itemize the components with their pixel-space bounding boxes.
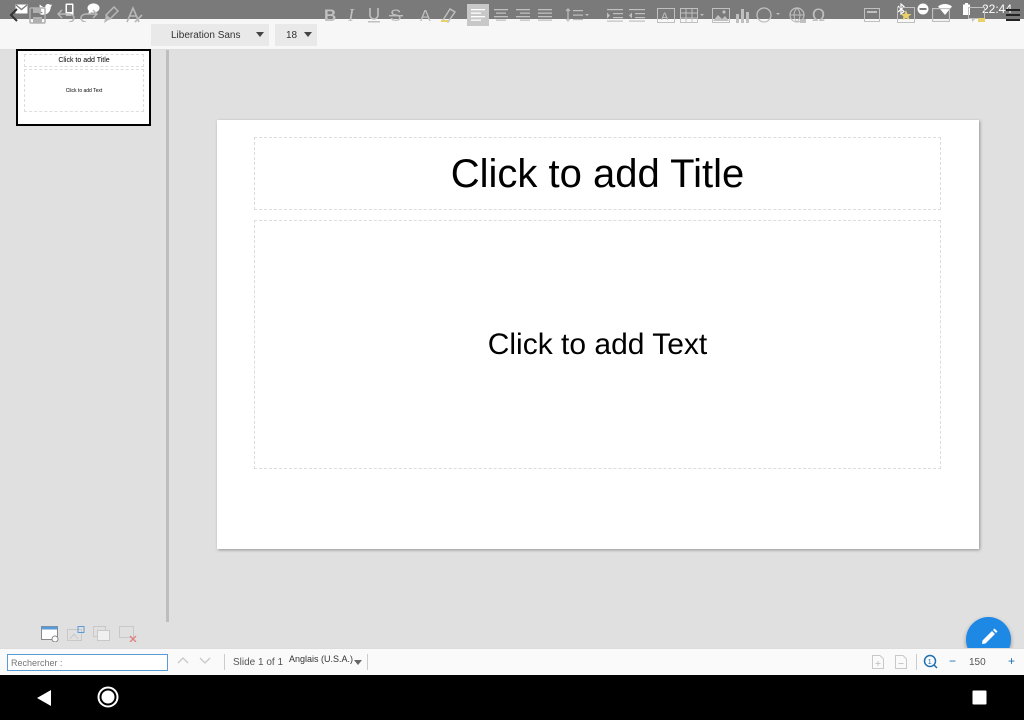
save-icon[interactable] <box>26 4 48 26</box>
image-icon[interactable] <box>710 4 732 26</box>
chevron-up-icon[interactable] <box>176 655 192 669</box>
system-navigation-bar <box>0 675 1024 720</box>
hamburger-menu-icon[interactable] <box>1002 4 1024 26</box>
svg-text:I: I <box>347 7 355 23</box>
svg-text:A: A <box>661 11 669 23</box>
align-right-icon[interactable] <box>512 4 534 26</box>
shapes-icon[interactable] <box>755 4 783 26</box>
increase-indent-icon[interactable] <box>604 4 626 26</box>
chevron-down-icon <box>304 32 312 37</box>
zoom-in-button[interactable]: + <box>1008 654 1015 668</box>
slide-canvas[interactable]: Click to add Title Click to add Text <box>217 120 979 549</box>
font-name-value: Liberation Sans <box>171 29 241 41</box>
language-selector[interactable]: Anglais (U.S.A.) <box>289 654 353 664</box>
thumbnail-title: Click to add Title <box>24 54 144 67</box>
new-slide-icon[interactable] <box>40 625 60 643</box>
highlight-icon[interactable] <box>438 4 460 26</box>
redo-icon[interactable] <box>78 4 100 26</box>
zoom-level[interactable]: 150 <box>969 657 986 668</box>
nav-recents-icon[interactable] <box>972 690 987 710</box>
document-status-bar: Slide 1 of 1 Anglais (U.S.A.) 1 − 150 + <box>0 648 1024 675</box>
clone-formatting-icon[interactable] <box>100 4 122 26</box>
clear-formatting-icon[interactable] <box>123 4 145 26</box>
line-spacing-icon[interactable] <box>564 4 592 26</box>
nav-home-icon[interactable] <box>97 686 119 713</box>
slide-thumbnail-1[interactable]: Click to add Title Click to add Text <box>16 49 151 126</box>
duplicate-slide-icon[interactable] <box>66 625 86 643</box>
back-arrow-icon[interactable] <box>3 4 25 26</box>
chart-icon[interactable] <box>732 4 754 26</box>
table-icon[interactable] <box>679 4 707 26</box>
search-input[interactable] <box>7 654 168 671</box>
svg-text:1: 1 <box>928 659 932 666</box>
text-box-icon[interactable]: A <box>655 4 677 26</box>
master-slide-icon[interactable] <box>930 4 952 26</box>
decrease-indent-icon[interactable] <box>626 4 648 26</box>
copy-slide-icon[interactable] <box>92 625 112 643</box>
divider <box>367 654 368 670</box>
undo-icon[interactable] <box>55 4 77 26</box>
slide-sorter-panel <box>0 50 166 648</box>
insert-slide-icon[interactable] <box>872 655 884 672</box>
chevron-down-icon <box>256 32 264 37</box>
justify-icon[interactable] <box>534 4 556 26</box>
comment-icon[interactable] <box>966 4 988 26</box>
content-placeholder[interactable]: Click to add Text <box>254 220 941 469</box>
svg-text:Ω: Ω <box>812 7 825 23</box>
slide-sorter-tools <box>40 625 138 643</box>
svg-text:A: A <box>420 8 431 23</box>
align-left-icon[interactable] <box>467 4 489 26</box>
remove-slide-icon[interactable] <box>895 655 907 672</box>
delete-slide-icon[interactable] <box>118 625 138 643</box>
font-size-value: 18 <box>286 29 298 41</box>
align-center-icon[interactable] <box>490 4 512 26</box>
svg-text:B: B <box>324 7 336 23</box>
slide-transition-icon[interactable] <box>895 4 917 26</box>
underline-icon[interactable] <box>363 4 385 26</box>
hyperlink-icon[interactable] <box>787 4 809 26</box>
zoom-fit-icon[interactable]: 1 <box>923 654 938 672</box>
slide-count: Slide 1 of 1 <box>233 657 284 668</box>
bold-icon[interactable]: B <box>319 4 341 26</box>
do-not-disturb-icon <box>916 2 930 16</box>
slide-layout-icon[interactable] <box>861 4 883 26</box>
thumbnail-body: Click to add Text <box>24 69 144 112</box>
font-name-select[interactable]: Liberation Sans <box>151 24 269 46</box>
chevron-down-icon[interactable] <box>354 660 362 665</box>
divider <box>224 654 225 670</box>
nav-back-icon[interactable] <box>36 689 52 712</box>
font-size-select[interactable]: 18 <box>275 24 317 46</box>
chevron-down-icon[interactable] <box>198 655 214 669</box>
font-color-icon[interactable]: A <box>415 4 437 26</box>
italic-icon[interactable]: I <box>341 4 363 26</box>
panel-splitter[interactable] <box>166 50 169 622</box>
title-placeholder[interactable]: Click to add Title <box>254 137 941 210</box>
special-character-icon[interactable]: Ω <box>809 4 831 26</box>
strikethrough-icon[interactable]: S <box>385 4 407 26</box>
zoom-out-button[interactable]: − <box>949 654 956 668</box>
divider <box>916 654 917 670</box>
